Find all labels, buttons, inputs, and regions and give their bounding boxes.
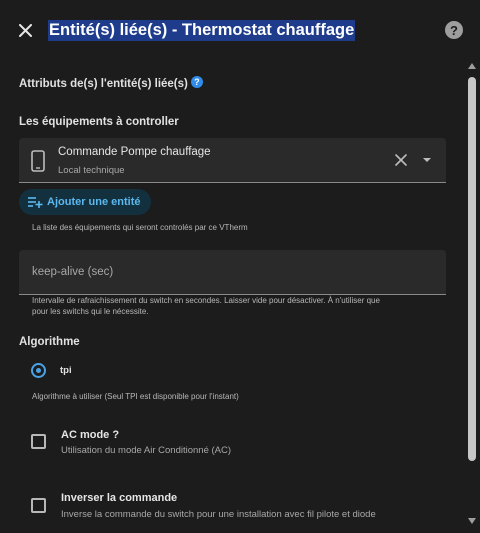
keep-alive-helper-line1: Intervalle de rafraichissement du switch…: [32, 296, 380, 305]
close-button[interactable]: [14, 19, 36, 41]
chevron-down-icon[interactable]: [422, 156, 432, 164]
help-button[interactable]: ?: [445, 21, 463, 39]
scroll-down-arrow-icon[interactable]: [468, 518, 476, 524]
dialog-content: Attributs de(s) l'entité(s) liée(s)? Les…: [0, 60, 462, 533]
entity-name: Commande Pompe chauffage: [58, 146, 211, 158]
keep-alive-input[interactable]: [19, 250, 446, 294]
scroll-thumb[interactable]: [468, 77, 476, 461]
info-icon[interactable]: ?: [190, 76, 203, 88]
tpi-radio-dot: [36, 368, 41, 373]
clear-icon[interactable]: [394, 153, 408, 167]
invert-command-title[interactable]: Inverser la commande: [61, 492, 177, 504]
equipments-helper: La liste des équipements qui seront cont…: [32, 223, 248, 232]
scrollbar[interactable]: [463, 60, 480, 533]
dialog-title: Entité(s) liée(s) - Thermostat chauffage: [48, 20, 356, 41]
linked-entities-section: Attributs de(s) l'entité(s) liée(s)?: [19, 76, 203, 90]
dialog-header: Entité(s) liée(s) - Thermostat chauffage…: [0, 0, 480, 60]
playlist-plus-icon: [28, 197, 43, 208]
scroll-up-arrow-icon[interactable]: [468, 63, 476, 69]
ac-mode-title[interactable]: AC mode ?: [61, 429, 119, 441]
phone-icon: [31, 150, 45, 172]
add-entity-button[interactable]: Ajouter une entité: [19, 189, 151, 215]
help-icon: ?: [450, 22, 458, 38]
entity-area: Local technique: [58, 165, 125, 176]
linked-entities-label: Attributs de(s) l'entité(s) liée(s): [19, 78, 188, 90]
tpi-radio-label[interactable]: tpi: [60, 365, 72, 376]
algorithm-label: Algorithme: [19, 336, 80, 348]
ac-mode-checkbox[interactable]: [31, 434, 46, 449]
tpi-radio[interactable]: [31, 363, 46, 378]
keep-alive-helper: Intervalle de rafraichissement du switch…: [32, 295, 442, 317]
algorithm-helper: Algorithme à utiliser (Seul TPI est disp…: [32, 392, 239, 401]
keep-alive-field[interactable]: [19, 250, 446, 295]
ac-mode-description: Utilisation du mode Air Conditionné (AC): [61, 445, 232, 456]
dialog: Entité(s) liée(s) - Thermostat chauffage…: [0, 0, 480, 533]
keep-alive-helper-line2: pour les switchs qui le nécessite.: [32, 307, 149, 316]
add-entity-label: Ajouter une entité: [47, 196, 141, 208]
close-icon: [18, 23, 32, 37]
equipments-label: Les équipements à controller: [19, 116, 179, 128]
invert-command-description: Inverse la commande du switch pour une i…: [61, 509, 376, 520]
invert-command-checkbox[interactable]: [31, 498, 46, 513]
entity-picker[interactable]: Commande Pompe chauffage Local technique: [19, 138, 446, 183]
